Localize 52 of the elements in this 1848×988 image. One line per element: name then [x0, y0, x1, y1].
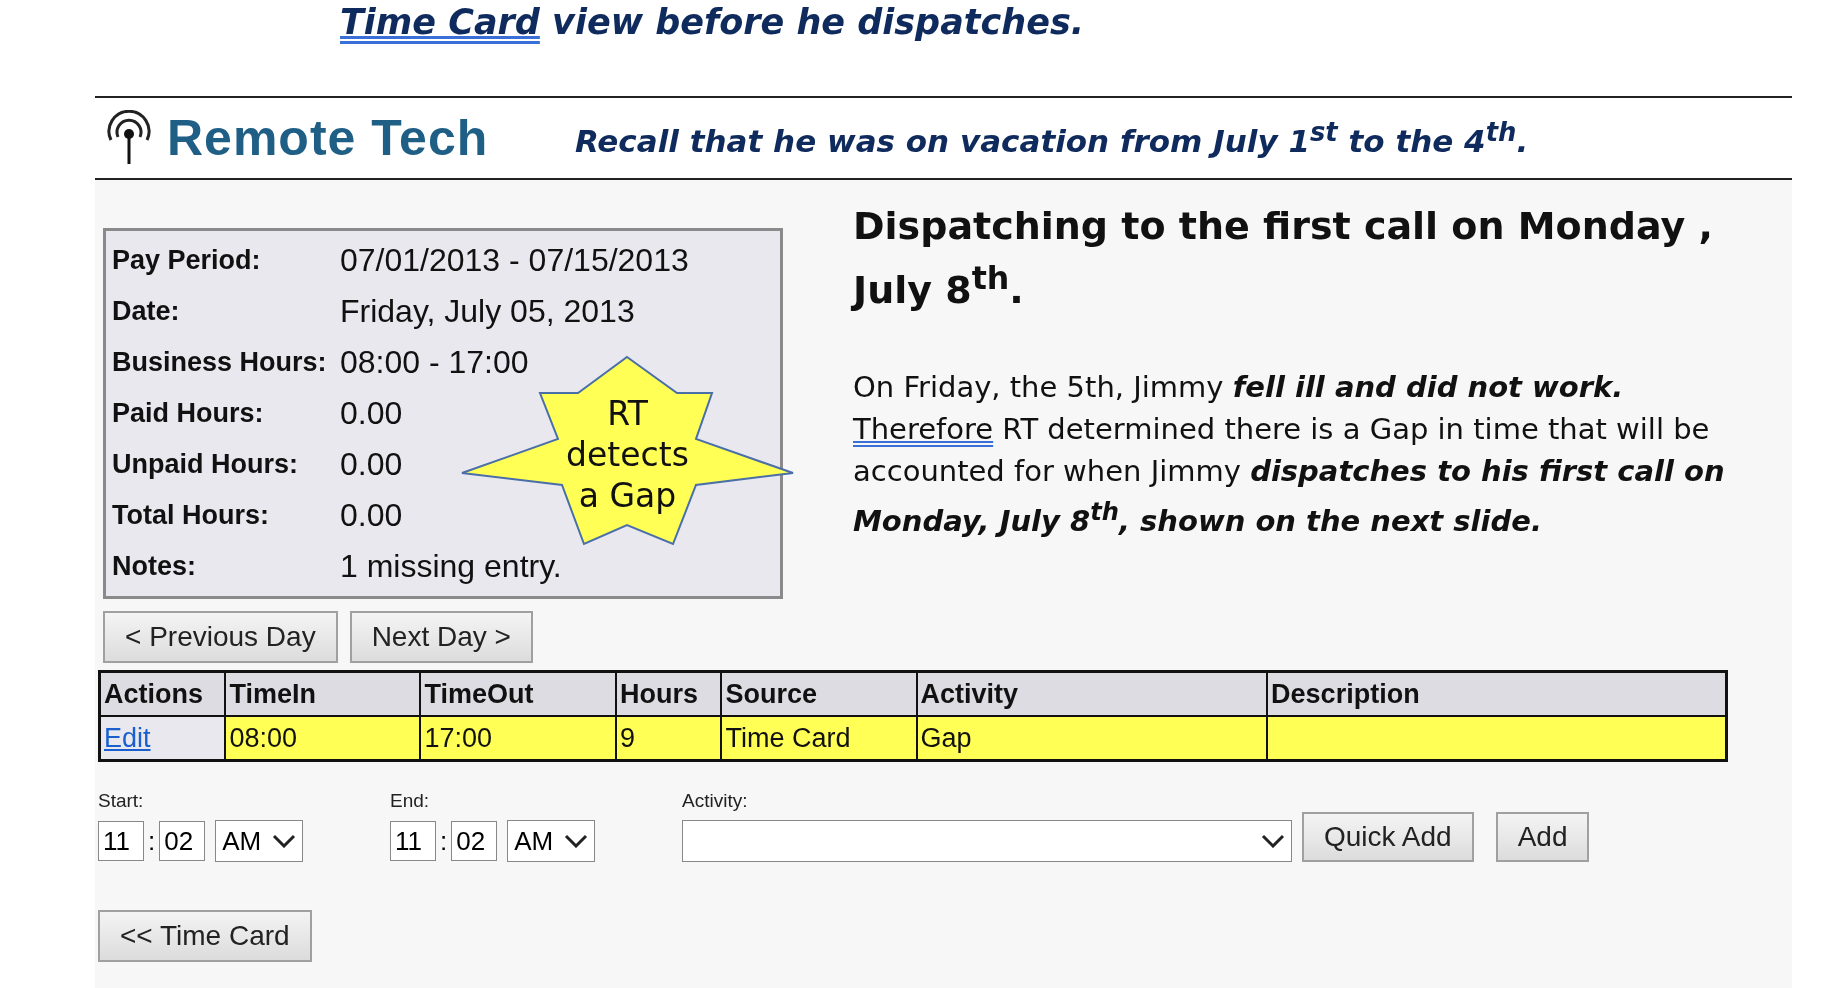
summary-value: 0.00: [340, 395, 403, 431]
hour-input[interactable]: 11: [390, 821, 436, 861]
summary-label: Business Hours:: [112, 347, 327, 377]
summary-label: Notes:: [112, 551, 196, 581]
caret-icon: [272, 834, 297, 848]
caret-icon: [564, 834, 589, 848]
summary-value: 08:00 - 17:00: [340, 344, 529, 380]
summary-label: Pay Period:: [112, 245, 261, 275]
summary-value: 1 missing entry.: [340, 548, 562, 584]
day-nav-button[interactable]: < Previous Day: [103, 611, 338, 663]
field-label: Activity:: [682, 790, 749, 812]
summary-label: Total Hours:: [112, 500, 269, 530]
field-label: End:: [390, 790, 431, 812]
activity-select[interactable]: [682, 820, 1292, 862]
hour-input[interactable]: 11: [98, 821, 144, 861]
table-cell: Gap: [916, 716, 1268, 761]
caret-icon: [1261, 834, 1285, 848]
field-label: Start:: [98, 790, 145, 812]
quick-add-button[interactable]: Quick Add: [1302, 812, 1474, 862]
slide-title: Time Card view before he dispatches.: [340, 1, 1085, 44]
explanation-heading: Dispatching to the first call on Monday , July 8$^{th}$.: [853, 203, 1714, 314]
logo-text: Remote Tech: [167, 109, 489, 167]
summary-label: Paid Hours:: [112, 398, 264, 428]
back-button[interactable]: << Time Card: [98, 910, 312, 962]
colon-text: :: [440, 825, 448, 857]
table-cell: 9: [616, 716, 722, 761]
callout-text: RT detects a Gap: [565, 392, 690, 516]
ampm-select[interactable]: AM: [215, 820, 304, 862]
day-nav-button[interactable]: Next Day >: [349, 611, 533, 663]
column-header: Hours: [616, 671, 722, 716]
table-cell: Time Card: [721, 716, 917, 761]
column-header: TimeOut: [420, 671, 616, 716]
add-button[interactable]: Add: [1495, 812, 1590, 862]
colon-text: :: [148, 825, 156, 857]
column-header: TimeIn: [225, 671, 421, 716]
table-cell: 08:00: [225, 716, 421, 761]
summary-value: Friday, July 05, 2013: [340, 293, 635, 329]
table-cell: 17:00: [420, 716, 616, 761]
minute-input[interactable]: 02: [451, 821, 498, 861]
minute-input[interactable]: 02: [159, 821, 206, 861]
summary-label: Unpaid Hours:: [112, 449, 298, 479]
summary-value: 0.00: [340, 446, 403, 482]
summary-value: 0.00: [340, 497, 403, 533]
column-header: Activity: [916, 671, 1268, 716]
column-header: Description: [1267, 671, 1727, 716]
column-header: Actions: [99, 671, 226, 716]
summary-value: 07/01/2013 - 07/15/2013: [340, 242, 689, 278]
header-note: Recall that he was on vacation from July 1$^{st}$ to the 4$^{th}$.: [575, 116, 1529, 160]
explanation-text: On Friday, the 5th, Jimmy fell ill and did not work. Therefore RT determined there is a Gap in time that will be accounted for when Jimmy dispatches to his first call on Monday, July 8$^{th}$, shown on the next slide.: [853, 368, 1726, 541]
column-header: Source: [721, 671, 917, 716]
ampm-select[interactable]: AM: [507, 820, 596, 862]
summary-label: Date:: [112, 296, 180, 326]
